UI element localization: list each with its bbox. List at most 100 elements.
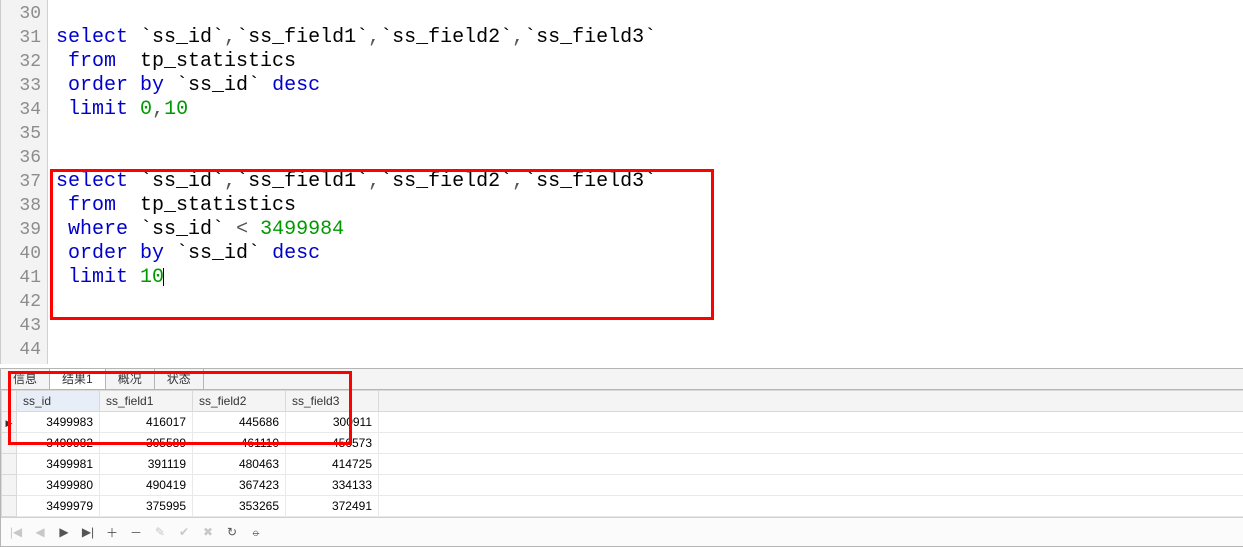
code-line[interactable]: from tp_statistics (56, 50, 656, 74)
token-ident (56, 98, 68, 121)
token-kw: order by (68, 74, 164, 97)
code-lines[interactable]: select `ss_id`,`ss_field1`,`ss_field2`,`… (48, 0, 656, 364)
tab-3[interactable]: 状态 (155, 369, 204, 389)
cell[interactable]: 353265 (193, 496, 286, 517)
line-number: 33 (1, 74, 41, 98)
line-number: 44 (1, 338, 41, 362)
cell[interactable]: 490419 (100, 475, 193, 496)
cell[interactable]: 480463 (193, 454, 286, 475)
cell[interactable]: 372491 (286, 496, 379, 517)
token-ident: `ss_id` (164, 242, 272, 265)
code-line[interactable]: order by `ss_id` desc (56, 242, 656, 266)
code-line[interactable]: select `ss_id`,`ss_field1`,`ss_field2`,`… (56, 26, 656, 50)
line-number: 30 (1, 2, 41, 26)
cell[interactable]: 3499979 (17, 496, 100, 517)
token-op: , (512, 26, 524, 49)
cancel-icon: ✖ (201, 525, 215, 539)
add-icon[interactable]: ＋ (105, 525, 119, 539)
table-row[interactable]: 3499983416017445686300911 (2, 412, 1243, 433)
code-line[interactable]: from tp_statistics (56, 194, 656, 218)
cell[interactable]: 3499981 (17, 454, 100, 475)
code-line[interactable] (56, 314, 656, 338)
code-line[interactable] (56, 2, 656, 26)
token-ident (56, 50, 68, 73)
result-grid[interactable]: ss_idss_field1ss_field2ss_field334999834… (1, 390, 1243, 517)
column-header[interactable]: ss_id (17, 391, 100, 412)
token-ident (56, 242, 68, 265)
refresh-icon[interactable]: ↻ (225, 525, 239, 539)
column-header[interactable]: ss_field3 (286, 391, 379, 412)
table-row[interactable]: 3499979375995353265372491 (2, 496, 1243, 517)
cell[interactable]: 461110 (193, 433, 286, 454)
token-ident: `ss_field1` (236, 170, 368, 193)
code-line[interactable]: select `ss_id`,`ss_field1`,`ss_field2`,`… (56, 170, 656, 194)
line-number: 34 (1, 98, 41, 122)
tab-0[interactable]: 信息 (1, 369, 50, 389)
token-op: , (224, 26, 236, 49)
row-marker (2, 475, 17, 496)
code-line[interactable] (56, 146, 656, 170)
cell[interactable]: 334133 (286, 475, 379, 496)
text-cursor (163, 268, 164, 286)
cell[interactable]: 416017 (100, 412, 193, 433)
token-op: , (368, 170, 380, 193)
line-number: 41 (1, 266, 41, 290)
code-line[interactable]: limit 0,10 (56, 98, 656, 122)
confirm-icon: ✔ (177, 525, 191, 539)
column-header[interactable]: ss_field2 (193, 391, 286, 412)
token-ident: `ss_field2` (380, 170, 512, 193)
code-line[interactable] (56, 122, 656, 146)
token-kw: order by (68, 242, 164, 265)
cell[interactable]: 305589 (100, 433, 193, 454)
token-ident (128, 98, 140, 121)
cell[interactable]: 391119 (100, 454, 193, 475)
cell[interactable]: 3499980 (17, 475, 100, 496)
cell[interactable]: 445686 (193, 412, 286, 433)
line-number: 35 (1, 122, 41, 146)
token-ident: tp_statistics (116, 50, 296, 73)
prev-icon: ◀ (33, 525, 47, 539)
token-op: < (236, 218, 248, 241)
column-header[interactable]: ss_field1 (100, 391, 193, 412)
token-kw: limit (68, 98, 128, 121)
row-marker-header (2, 391, 17, 412)
code-line[interactable] (56, 290, 656, 314)
token-kw: desc (272, 242, 320, 265)
table-row[interactable]: 3499980490419367423334133 (2, 475, 1243, 496)
results-panel: 信息结果1概况状态 ss_idss_field1ss_field2ss_fiel… (0, 368, 1243, 547)
first-icon: |◀ (9, 525, 23, 539)
stop-icon[interactable]: ⦵ (249, 525, 263, 539)
token-ident: `ss_id` (164, 74, 272, 97)
cell[interactable]: 456573 (286, 433, 379, 454)
token-op: , (152, 98, 164, 121)
line-number: 38 (1, 194, 41, 218)
cell[interactable]: 367423 (193, 475, 286, 496)
remove-icon[interactable]: － (129, 525, 143, 539)
cell-filler (379, 412, 1243, 433)
line-number: 39 (1, 218, 41, 242)
cell[interactable]: 3499982 (17, 433, 100, 454)
token-ident (128, 266, 140, 289)
cell[interactable]: 3499983 (17, 412, 100, 433)
next-icon[interactable]: ▶ (57, 525, 71, 539)
token-num: 10 (140, 266, 164, 289)
tab-2[interactable]: 概况 (106, 369, 155, 389)
code-area[interactable]: 303132333435363738394041424344 select `s… (0, 0, 1243, 364)
cell-filler (379, 433, 1243, 454)
tab-1[interactable]: 结果1 (50, 369, 106, 389)
table-row[interactable]: 3499982305589461110456573 (2, 433, 1243, 454)
token-ident (56, 266, 68, 289)
line-number: 42 (1, 290, 41, 314)
cell-filler (379, 496, 1243, 517)
cell[interactable]: 375995 (100, 496, 193, 517)
table-row[interactable]: 3499981391119480463414725 (2, 454, 1243, 475)
cell[interactable]: 300911 (286, 412, 379, 433)
code-line[interactable]: order by `ss_id` desc (56, 74, 656, 98)
code-line[interactable]: limit 10 (56, 266, 656, 290)
last-icon[interactable]: ▶| (81, 525, 95, 539)
code-line[interactable]: where `ss_id` < 3499984 (56, 218, 656, 242)
token-kw: desc (272, 74, 320, 97)
code-line[interactable] (56, 338, 656, 362)
column-filler (379, 391, 1243, 412)
cell[interactable]: 414725 (286, 454, 379, 475)
